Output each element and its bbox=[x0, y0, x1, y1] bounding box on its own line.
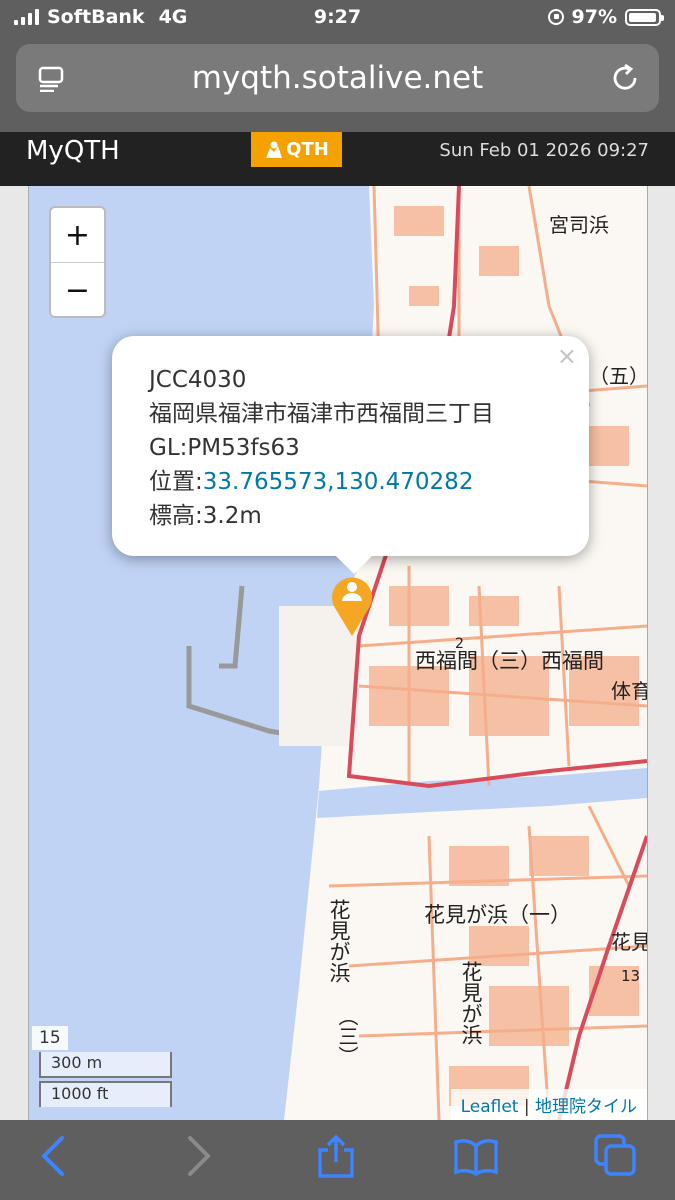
qth-logo[interactable]: QTH bbox=[251, 132, 342, 167]
attribution-separator: | bbox=[518, 1097, 535, 1117]
header-datetime: Sun Feb 01 2026 09:27 bbox=[439, 140, 649, 161]
reload-icon[interactable] bbox=[609, 62, 641, 94]
label-nishifukuma: 西福間（三）西福間 bbox=[415, 649, 604, 673]
share-icon[interactable] bbox=[314, 1134, 358, 1178]
label-san-v: （三） bbox=[335, 1006, 359, 1066]
popup-position-link[interactable]: 33.765573,130.470282 bbox=[203, 469, 474, 495]
browser-toolbar bbox=[0, 1120, 675, 1200]
logo-text: QTH bbox=[286, 139, 329, 160]
status-right: 97% bbox=[547, 6, 664, 28]
battery-percent: 97% bbox=[571, 6, 617, 28]
scale-imperial: 1000 ft bbox=[39, 1081, 172, 1107]
status-bar: SoftBank 4G 9:27 97% bbox=[0, 0, 675, 36]
location-marker-icon[interactable] bbox=[327, 568, 377, 638]
zoom-level-indicator: 15 bbox=[32, 1026, 68, 1050]
popup-grid: GL:PM53fs63 bbox=[149, 435, 300, 461]
orientation-lock-icon bbox=[547, 9, 564, 25]
popup-content: JCC4030 福岡県福津市福津市西福間三丁目 GL:PM53fs63 位置:3… bbox=[149, 363, 494, 533]
map-view[interactable]: 宮司浜 （五） 西福間（三）西福間 体育 花見が浜（一） 花見 13 2 花見が… bbox=[28, 186, 648, 1120]
back-icon[interactable] bbox=[32, 1134, 76, 1178]
zoom-in-button[interactable]: + bbox=[51, 208, 104, 263]
popup-position-row: 位置:33.765573,130.470282 bbox=[149, 465, 494, 499]
label-miyajihama: 宮司浜 bbox=[549, 213, 609, 237]
tabs-icon[interactable] bbox=[594, 1134, 638, 1178]
map-pin-icon bbox=[266, 141, 283, 158]
label-2: 2 bbox=[455, 636, 464, 652]
location-popup: × JCC4030 福岡県福津市福津市西福間三丁目 GL:PM53fs63 位置… bbox=[112, 336, 589, 574]
label-hanami-right: 花見 bbox=[611, 930, 647, 954]
label-go: （五） bbox=[589, 364, 647, 388]
battery-fill bbox=[629, 12, 656, 22]
popup-elevation: 標高:3.2m bbox=[149, 503, 262, 529]
battery-icon bbox=[625, 8, 664, 26]
zoom-out-button[interactable]: − bbox=[51, 263, 104, 317]
browser-address-area: myqth.sotalive.net bbox=[0, 36, 675, 132]
popup-close-button[interactable]: × bbox=[557, 342, 577, 370]
popup-position-label: 位置: bbox=[149, 469, 203, 495]
label-hanamigahama-v2: 花見が浜 bbox=[459, 961, 483, 1045]
popup-jcc: JCC4030 bbox=[149, 367, 247, 393]
bookmarks-icon[interactable] bbox=[454, 1134, 498, 1178]
map-attribution: Leaflet | 地理院タイル bbox=[450, 1089, 647, 1120]
label-13: 13 bbox=[621, 967, 640, 985]
label-hanamigahama-ichi: 花見が浜（一） bbox=[424, 903, 571, 927]
forward-icon[interactable] bbox=[176, 1134, 220, 1178]
gsi-tiles-link[interactable]: 地理院タイル bbox=[535, 1097, 637, 1117]
address-bar[interactable]: myqth.sotalive.net bbox=[16, 44, 659, 112]
popup-address: 福岡県福津市福津市西福間三丁目 bbox=[149, 401, 494, 427]
zoom-control: + − bbox=[49, 206, 106, 318]
map-tiles[interactable]: 宮司浜 （五） 西福間（三）西福間 体育 花見が浜（一） 花見 13 2 花見が… bbox=[29, 186, 647, 1120]
app-header: MyQTH QTH Sun Feb 01 2026 09:27 bbox=[0, 132, 675, 186]
river bbox=[317, 768, 647, 818]
url-text[interactable]: myqth.sotalive.net bbox=[16, 60, 659, 96]
brand-title[interactable]: MyQTH bbox=[26, 136, 120, 166]
leaflet-link[interactable]: Leaflet bbox=[461, 1097, 519, 1117]
label-tai: 体育 bbox=[611, 679, 647, 703]
scale-metric: 300 m bbox=[39, 1052, 172, 1078]
label-hanamigahama-v: 花見が浜 bbox=[327, 899, 351, 983]
